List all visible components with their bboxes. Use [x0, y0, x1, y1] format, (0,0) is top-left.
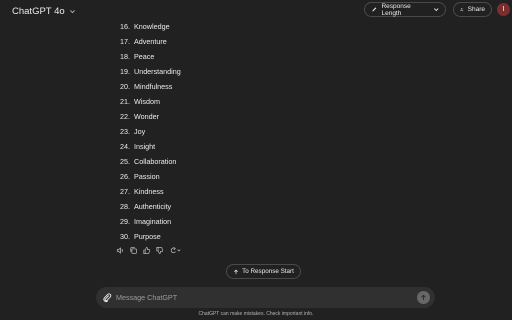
- list-item: 19. Understanding: [114, 64, 181, 79]
- thumbs-down-button[interactable]: [155, 246, 164, 255]
- numbered-list: 16. Knowledge 17. Adventure 18. Peace 19. Under…: [114, 19, 181, 244]
- share-label: Share: [467, 6, 485, 13]
- list-item: 21. Wisdom: [114, 94, 181, 109]
- copy-button[interactable]: [129, 246, 138, 255]
- list-item: 26. Passion: [114, 169, 181, 184]
- list-item-text: Purpose: [134, 232, 161, 241]
- list-item-text: Understanding: [134, 67, 181, 76]
- pencil-icon: [372, 7, 377, 12]
- message-actions: [116, 246, 182, 255]
- list-item-number: 21.: [120, 97, 130, 106]
- list-item-text: Wonder: [134, 112, 160, 121]
- top-bar: ChatGPT 4o Response Length Share I: [0, 0, 512, 22]
- to-response-start-label: To Response Start: [242, 268, 294, 275]
- model-switcher[interactable]: ChatGPT 4o: [12, 4, 76, 18]
- copy-icon: [130, 247, 137, 254]
- list-item-number: 24.: [120, 142, 130, 151]
- list-item-text: Joy: [134, 127, 146, 136]
- list-item-number: 27.: [120, 187, 130, 196]
- list-item-text: Mindfulness: [134, 82, 173, 91]
- list-item: 20. Mindfulness: [114, 79, 181, 94]
- regenerate-icon: [170, 247, 181, 254]
- list-item-number: 22.: [120, 112, 130, 121]
- response-length-label: Response Length: [381, 2, 411, 17]
- to-response-start-button[interactable]: To Response Start: [226, 264, 301, 279]
- list-item-text: Knowledge: [134, 22, 170, 31]
- list-item-text: Adventure: [134, 37, 167, 46]
- list-item: 24. Insight: [114, 139, 181, 154]
- avatar[interactable]: I: [497, 3, 510, 16]
- list-item-number: 25.: [120, 157, 130, 166]
- list-item-number: 23.: [120, 127, 130, 136]
- list-item: 28. Authenticity: [114, 199, 181, 214]
- list-item-text: Passion: [134, 172, 160, 181]
- list-item: 17. Adventure: [114, 34, 181, 49]
- chevron-down-icon: [433, 8, 439, 12]
- list-item-text: Imagination: [134, 217, 172, 226]
- list-item: 16. Knowledge: [114, 19, 181, 34]
- list-item-number: 17.: [120, 37, 130, 46]
- chevron-down-icon: [69, 9, 75, 13]
- thumbs-up-icon: [143, 246, 151, 255]
- list-item-number: 28.: [120, 202, 130, 211]
- list-item-number: 19.: [120, 67, 130, 76]
- list-item: 18. Peace: [114, 49, 181, 64]
- model-name: ChatGPT 4o: [12, 5, 65, 17]
- list-item: 29. Imagination: [114, 214, 181, 229]
- read-aloud-button[interactable]: [116, 246, 125, 255]
- list-item-text: Authenticity: [134, 202, 172, 211]
- list-item: 23. Joy: [114, 124, 181, 139]
- list-item-number: 26.: [120, 172, 130, 181]
- list-item-text: Collaboration: [134, 157, 177, 166]
- arrow-up-icon: [234, 269, 239, 274]
- share-icon: [460, 7, 464, 11]
- list-item-number: 18.: [120, 52, 130, 61]
- list-item: 30. Purpose: [114, 229, 181, 244]
- list-item-number: 30.: [120, 232, 130, 241]
- list-item: 27. Kindness: [114, 184, 181, 199]
- message-input[interactable]: [116, 291, 406, 304]
- share-button[interactable]: Share: [453, 2, 492, 17]
- list-item-number: 29.: [120, 217, 130, 226]
- arrow-up-icon: [421, 294, 426, 300]
- list-item-text: Insight: [134, 142, 156, 151]
- list-item-number: 16.: [120, 22, 130, 31]
- read-aloud-icon: [116, 247, 123, 254]
- list-item: 25. Collaboration: [114, 154, 181, 169]
- list-item-text: Peace: [134, 52, 155, 61]
- paperclip-icon[interactable]: [102, 292, 112, 303]
- list-item: 22. Wonder: [114, 109, 181, 124]
- list-item-number: 20.: [120, 82, 130, 91]
- response-length-button[interactable]: Response Length: [364, 2, 446, 17]
- disclaimer-text: ChatGPT can make mistakes. Check importa…: [198, 311, 314, 317]
- message-composer: [96, 287, 435, 308]
- thumbs-up-button[interactable]: [142, 246, 151, 255]
- list-item-text: Wisdom: [134, 97, 160, 106]
- list-item-text: Kindness: [134, 187, 164, 196]
- send-button[interactable]: [417, 291, 430, 304]
- regenerate-button[interactable]: [168, 246, 182, 255]
- thumbs-down-icon: [156, 246, 164, 255]
